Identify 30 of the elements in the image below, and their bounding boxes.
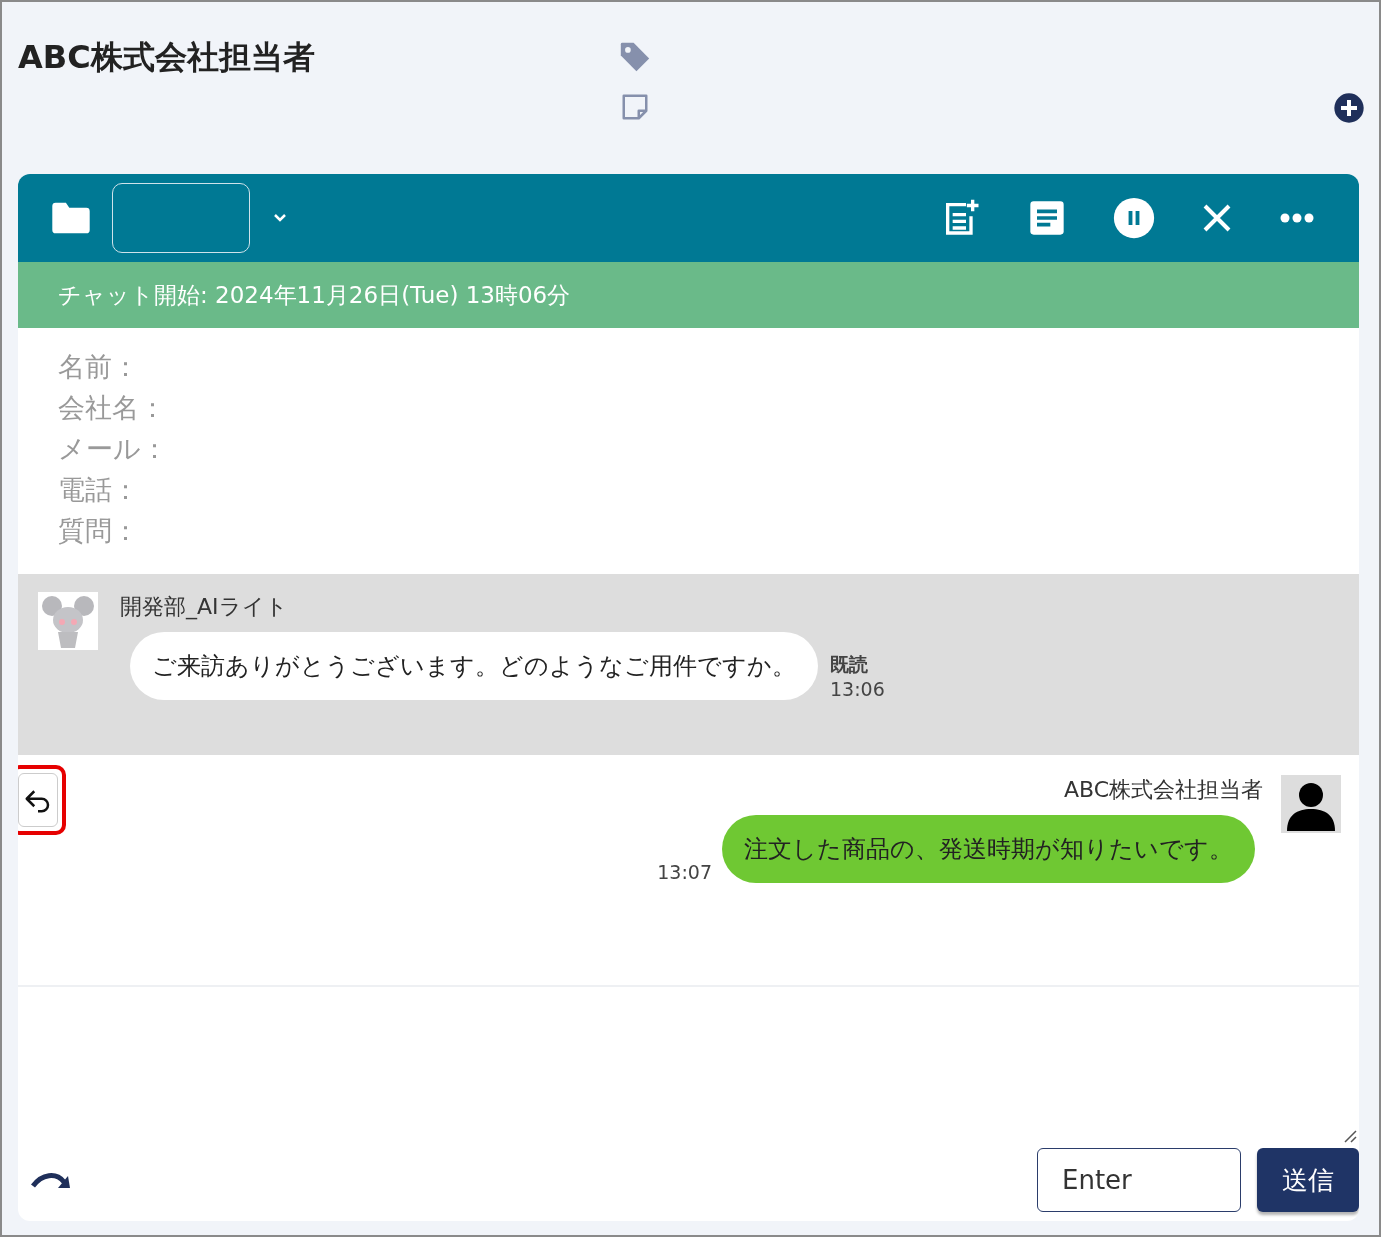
tag-icon[interactable] <box>618 40 652 74</box>
chat-start-text: チャット開始: 2024年11月26日(Tue) 13時06分 <box>58 280 571 310</box>
enter-button[interactable]: Enter <box>1037 1148 1241 1212</box>
form-field-label: 電話： <box>58 473 140 507</box>
reply-button[interactable] <box>18 773 58 827</box>
sender-name: 開発部_AIライト <box>120 593 289 622</box>
more-icon[interactable] <box>1279 212 1315 224</box>
note-icon[interactable] <box>620 92 650 122</box>
contact-title: ABC株式会社担当者 <box>18 37 316 78</box>
user-avatar-icon <box>1281 775 1341 833</box>
close-icon[interactable] <box>1201 202 1233 234</box>
document-icon[interactable] <box>1027 198 1067 238</box>
form-field-label: メール： <box>58 432 169 466</box>
message-bubble: ご来訪ありがとうございます。どのようなご用件ですか。 <box>130 632 818 700</box>
chevron-down-icon[interactable] <box>272 212 288 224</box>
folder-icon[interactable] <box>50 201 92 235</box>
status-select[interactable] <box>112 183 250 253</box>
message-time: 13:07 <box>657 861 712 883</box>
form-field-label: 名前： <box>58 350 140 384</box>
pause-icon[interactable] <box>1113 197 1155 239</box>
message-time: 13:06 <box>830 678 885 700</box>
mouse-avatar-icon <box>38 592 98 650</box>
send-button[interactable]: 送信 <box>1257 1148 1359 1212</box>
add-icon[interactable] <box>1333 92 1365 124</box>
message-bubble: 注文した商品の、発送時期が知りたいです。 <box>722 815 1255 883</box>
read-status: 既読 <box>830 652 869 677</box>
resize-handle-icon[interactable] <box>1343 1129 1357 1143</box>
form-field-label: 質問： <box>58 514 140 548</box>
form-field-label: 会社名： <box>58 391 167 425</box>
sender-name: ABC株式会社担当者 <box>1063 776 1263 804</box>
